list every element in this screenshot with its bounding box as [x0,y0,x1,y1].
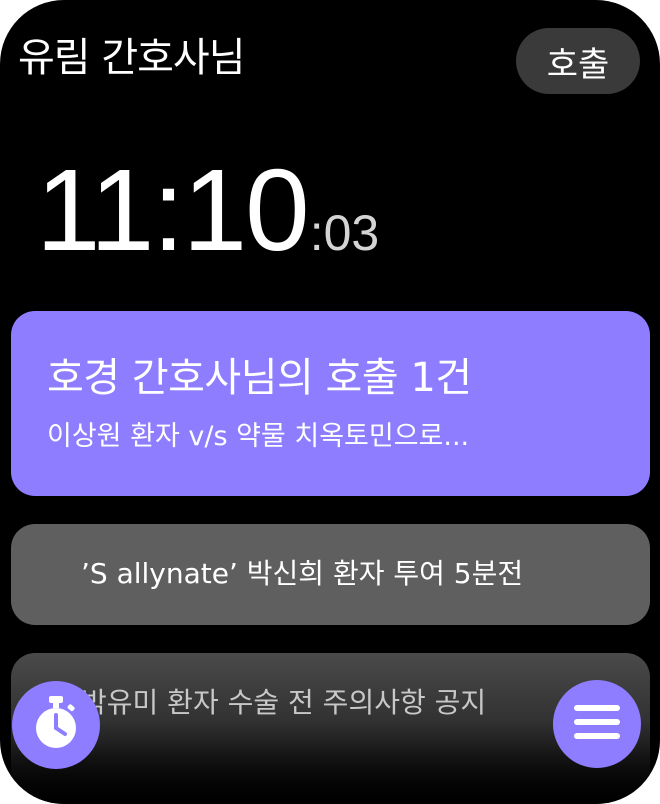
notice-text: 박유미 환자 수술 전 주의사항 공지 [81,686,487,719]
clock-hours-minutes: 11:10 [36,145,310,275]
clock-seconds: :03 [309,205,380,261]
medication-reminder-card[interactable]: ’S allynate’ 박신희 환자 투여 5분전 [11,524,650,625]
notification-subtitle: 이상원 환자 v/s 약물 치옥토민으로... [47,421,470,452]
stopwatch-icon [30,694,82,756]
call-notification-card[interactable]: 호경 간호사님의 호출 1건 이상원 환자 v/s 약물 치옥토민으로... [11,311,650,496]
notification-title: 호경 간호사님의 호출 1건 [47,355,472,401]
hamburger-menu-icon [572,702,622,746]
menu-button[interactable] [553,680,641,768]
timer-button[interactable] [12,681,100,769]
watch-screen: 유림 간호사님 호출 11:10:03 호경 간호사님의 호출 1건 이상원 환… [0,0,660,804]
reminder-text: ’S allynate’ 박신희 환자 투여 5분전 [81,557,524,590]
page-title: 유림 간호사님 [18,35,246,81]
call-button[interactable]: 호출 [516,28,640,94]
digital-clock: 11:10:03 [36,150,379,270]
